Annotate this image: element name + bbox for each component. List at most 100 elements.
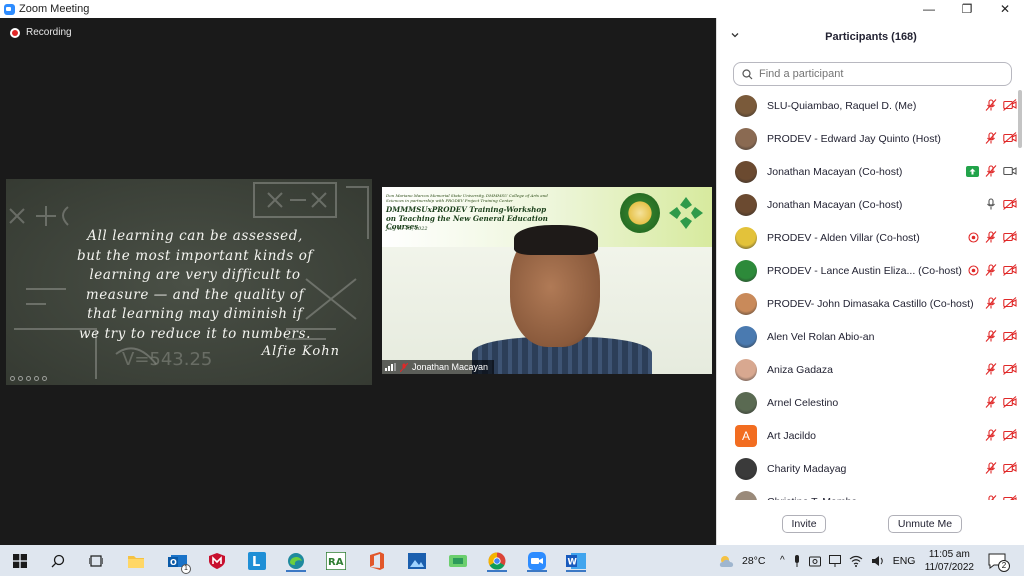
video-off-icon[interactable] xyxy=(1003,132,1017,144)
participant-row[interactable]: PRODEV- John Dimasaka Castillo (Co-host) xyxy=(717,288,1017,321)
share-screen-icon[interactable] xyxy=(966,165,979,177)
system-tray: ^ ENG xyxy=(780,545,915,576)
mic-on-icon[interactable] xyxy=(985,198,997,210)
participant-row[interactable]: Charity Madayag xyxy=(717,453,1017,486)
slide-control-icon[interactable] xyxy=(42,376,47,381)
camera-app-icon[interactable] xyxy=(808,555,821,567)
recording-indicator[interactable]: Recording xyxy=(10,27,72,38)
video-off-icon[interactable] xyxy=(1003,231,1017,243)
chrome-icon[interactable] xyxy=(486,550,508,572)
video-off-icon[interactable] xyxy=(1003,264,1017,276)
participant-search[interactable] xyxy=(733,62,1012,86)
invite-button[interactable]: Invite xyxy=(782,515,826,533)
office-icon[interactable] xyxy=(366,550,388,572)
maximize-button[interactable]: ❐ xyxy=(948,0,986,18)
quote-line: but the most important kinds of xyxy=(76,247,314,264)
participants-title: Participants (168) xyxy=(825,31,917,43)
mic-muted-icon[interactable] xyxy=(985,165,997,177)
weather-widget[interactable]: 28°C xyxy=(718,545,765,576)
video-off-icon[interactable] xyxy=(1003,495,1017,500)
mic-muted-icon[interactable] xyxy=(985,429,997,441)
participant-row[interactable]: Jonathan Macayan (Co-host) xyxy=(717,189,1017,222)
mic-muted-icon[interactable] xyxy=(985,132,997,144)
record-icon[interactable] xyxy=(968,231,979,243)
participant-row[interactable]: Aniza Gadaza xyxy=(717,354,1017,387)
mic-muted-icon[interactable] xyxy=(985,231,997,243)
video-off-icon[interactable] xyxy=(1003,462,1017,474)
minimize-button[interactable]: — xyxy=(910,0,948,18)
close-button[interactable]: ✕ xyxy=(986,0,1024,18)
participant-row[interactable]: SLU-Quiambao, Raquel D. (Me) xyxy=(717,90,1017,123)
video-off-icon[interactable] xyxy=(1003,198,1017,210)
word-icon[interactable]: W xyxy=(565,550,587,572)
participant-name: PRODEV- John Dimasaka Castillo (Co-host) xyxy=(767,298,974,310)
video-name-tag: Jonathan Macayan xyxy=(382,360,495,374)
speaker-icon[interactable] xyxy=(871,555,885,567)
windows-start-icon[interactable] xyxy=(9,550,31,572)
participant-row[interactable]: Jonathan Macayan (Co-host) xyxy=(717,156,1017,189)
display-icon[interactable] xyxy=(828,554,841,567)
mic-muted-icon[interactable] xyxy=(985,363,997,375)
task-view-icon[interactable] xyxy=(85,550,107,572)
search-icon[interactable] xyxy=(47,550,69,572)
participant-row[interactable]: Alen Vel Rolan Abio-an xyxy=(717,321,1017,354)
screen-tool-icon[interactable] xyxy=(447,550,469,572)
slide-control-icon[interactable] xyxy=(26,376,31,381)
outlook-icon[interactable]: O 1 xyxy=(167,550,191,574)
wifi-icon[interactable] xyxy=(849,555,863,567)
edge-browser-icon[interactable] xyxy=(285,550,307,572)
svg-text:L: L xyxy=(252,555,260,570)
video-off-icon[interactable] xyxy=(1003,363,1017,375)
slide-control-icon[interactable] xyxy=(10,376,15,381)
search-input[interactable] xyxy=(759,68,999,80)
participant-video-tile[interactable]: Don Mariano Marcos Memorial State Univer… xyxy=(382,187,712,374)
video-off-icon[interactable] xyxy=(1003,330,1017,342)
participant-row[interactable]: PRODEV - Lance Austin Eliza... (Co-host) xyxy=(717,255,1017,288)
participant-list-scrollbar[interactable] xyxy=(1017,90,1023,500)
slide-control-icon[interactable] xyxy=(34,376,39,381)
clock-time: 11:05 am xyxy=(928,549,970,560)
mcafee-icon[interactable] xyxy=(206,550,228,572)
video-off-icon[interactable] xyxy=(1003,429,1017,441)
participant-row[interactable]: Arnel Celestino xyxy=(717,387,1017,420)
slide-control-icon[interactable] xyxy=(18,376,23,381)
ra-app-icon[interactable]: RA xyxy=(325,550,347,572)
record-icon[interactable] xyxy=(968,264,979,276)
mic-muted-icon[interactable] xyxy=(985,99,997,111)
quote-author: Alfie Kohn xyxy=(261,344,340,359)
video-on-icon[interactable] xyxy=(1003,165,1017,177)
video-off-icon[interactable] xyxy=(1003,297,1017,309)
scrollbar-thumb[interactable] xyxy=(1018,90,1022,148)
mic-muted-icon[interactable] xyxy=(985,495,997,500)
clock[interactable]: 11:05 am 11/07/2022 xyxy=(925,548,974,574)
mic-muted-icon[interactable] xyxy=(985,396,997,408)
participant-status-icons xyxy=(985,198,1017,210)
participant-list[interactable]: SLU-Quiambao, Raquel D. (Me) PRODEV - Edw… xyxy=(717,90,1017,500)
file-explorer-icon[interactable] xyxy=(125,550,147,572)
chevron-down-icon[interactable] xyxy=(730,30,740,40)
zoom-taskbar-icon[interactable] xyxy=(526,550,548,572)
photos-icon[interactable] xyxy=(406,550,428,572)
language-indicator[interactable]: ENG xyxy=(893,555,916,567)
participant-status-icons xyxy=(985,495,1017,500)
avatar xyxy=(735,392,757,414)
slide-controls[interactable] xyxy=(10,376,47,381)
microphone-icon[interactable] xyxy=(793,554,801,567)
chevron-up-icon[interactable]: ^ xyxy=(780,555,785,566)
participant-row[interactable]: Christine T. Mamba xyxy=(717,486,1017,500)
mic-muted-icon[interactable] xyxy=(985,330,997,342)
participant-row[interactable]: PRODEV - Alden Villar (Co-host) xyxy=(717,222,1017,255)
video-off-icon[interactable] xyxy=(1003,396,1017,408)
participant-row[interactable]: A Art Jacildo xyxy=(717,420,1017,453)
mic-muted-icon[interactable] xyxy=(985,264,997,276)
mic-muted-icon[interactable] xyxy=(985,462,997,474)
record-icon xyxy=(10,27,20,38)
notifications-button[interactable]: 2 xyxy=(988,545,1010,576)
lync-app-icon[interactable]: L xyxy=(246,550,268,572)
unmute-me-button[interactable]: Unmute Me xyxy=(888,515,962,533)
mic-muted-icon[interactable] xyxy=(985,297,997,309)
shared-screen[interactable]: V=543.25 All learning can be assessed, b… xyxy=(6,179,372,385)
avatar xyxy=(735,491,757,500)
participant-row[interactable]: PRODEV - Edward Jay Quinto (Host) xyxy=(717,123,1017,156)
video-off-icon[interactable] xyxy=(1003,99,1017,111)
